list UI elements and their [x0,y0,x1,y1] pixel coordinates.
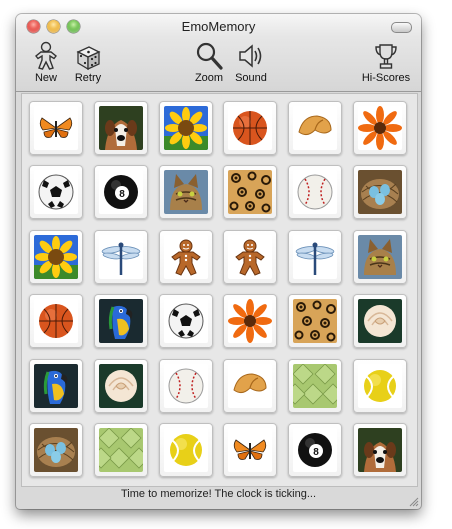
parrot-icon [34,363,78,408]
basketball-icon [228,106,273,150]
card[interactable] [353,101,407,155]
soccer-ball-icon [163,299,208,344]
gingerbread-icon [163,234,208,279]
card-board: 88 [21,93,418,487]
sound-button[interactable]: Sound [225,41,277,84]
butterfly-icon [34,106,78,150]
window-title: EmoMemory [181,19,256,34]
dog-icon [358,428,402,472]
card[interactable] [223,229,278,284]
svg-text:8: 8 [119,189,125,200]
dragonfly-icon [98,234,143,279]
dragonfly-icon [293,234,338,279]
status-message: Time to memorize! The clock is ticking..… [121,488,316,500]
card[interactable] [93,229,148,284]
orange-flower-icon [358,106,402,150]
bird-nest-eggs-icon [34,428,78,472]
retry-button[interactable]: Retry [62,41,114,84]
card[interactable] [29,358,83,413]
card[interactable] [93,358,148,413]
card[interactable] [288,101,343,155]
card[interactable] [353,229,407,284]
gingerbread-icon [35,41,57,70]
card[interactable] [93,294,148,349]
card[interactable] [93,423,148,477]
leopard-fur-icon [228,170,273,215]
eight-ball-icon: 8 [98,170,143,215]
tennis-ball-icon [163,428,208,472]
card[interactable]: 8 [93,165,148,220]
parrot-icon [98,299,143,344]
hiscores-label: Hi-Scores [361,72,411,84]
cat-icon [163,170,208,215]
card[interactable] [223,165,278,220]
rose-icon [358,299,402,344]
tennis-ball-icon [358,363,402,408]
card[interactable] [353,423,407,477]
fortune-cookie-icon [228,363,273,408]
card[interactable] [29,165,83,220]
green-leaf-icon [293,363,338,408]
card[interactable] [223,101,278,155]
sound-label: Sound [235,72,267,84]
trophy-icon [375,44,397,69]
card[interactable] [288,358,343,413]
dice-icon [76,46,101,71]
green-leaf-icon [98,428,143,472]
card[interactable] [158,101,213,155]
card[interactable] [223,294,278,349]
card[interactable]: 8 [288,423,343,477]
card[interactable] [93,101,148,155]
magnifier-icon [196,42,223,70]
card[interactable] [158,358,213,413]
fortune-cookie-icon [293,106,338,150]
rose-icon [98,363,143,408]
app-window: EmoMemory New Retry Zoom Sound Hi-Scores… [16,14,421,509]
svg-text:8: 8 [313,447,319,458]
butterfly-icon [228,428,273,472]
card[interactable] [29,294,83,349]
card[interactable] [288,294,343,349]
card[interactable] [158,294,213,349]
card[interactable] [158,165,213,220]
speaker-icon [239,44,262,68]
toolbar: EmoMemory New Retry Zoom Sound Hi-Scores [16,14,421,92]
card[interactable] [288,165,343,220]
card[interactable] [353,294,407,349]
card[interactable] [158,423,213,477]
sunflower-icon [163,106,208,150]
gingerbread-icon [228,234,273,279]
card[interactable] [288,229,343,284]
basketball-icon [34,299,78,344]
dog-icon [98,106,143,150]
hiscores-button[interactable]: Hi-Scores [356,41,416,84]
card[interactable] [29,423,83,477]
card[interactable] [353,165,407,220]
cat-icon [358,234,402,279]
orange-flower-icon [228,299,273,344]
card[interactable] [29,101,83,155]
sunflower-icon [34,234,78,279]
retry-label: Retry [74,72,102,84]
card[interactable] [223,358,278,413]
card[interactable] [158,229,213,284]
soccer-ball-icon [34,170,78,215]
resize-grip-icon[interactable] [408,496,419,507]
card[interactable] [29,229,83,284]
bird-nest-eggs-icon [358,170,402,215]
leopard-fur-icon [293,299,338,344]
card[interactable] [223,423,278,477]
card[interactable] [353,358,407,413]
toolbar-toggle-button[interactable] [391,22,412,33]
baseball-icon [163,363,208,408]
baseball-icon [293,170,338,215]
eight-ball-icon: 8 [293,428,338,472]
